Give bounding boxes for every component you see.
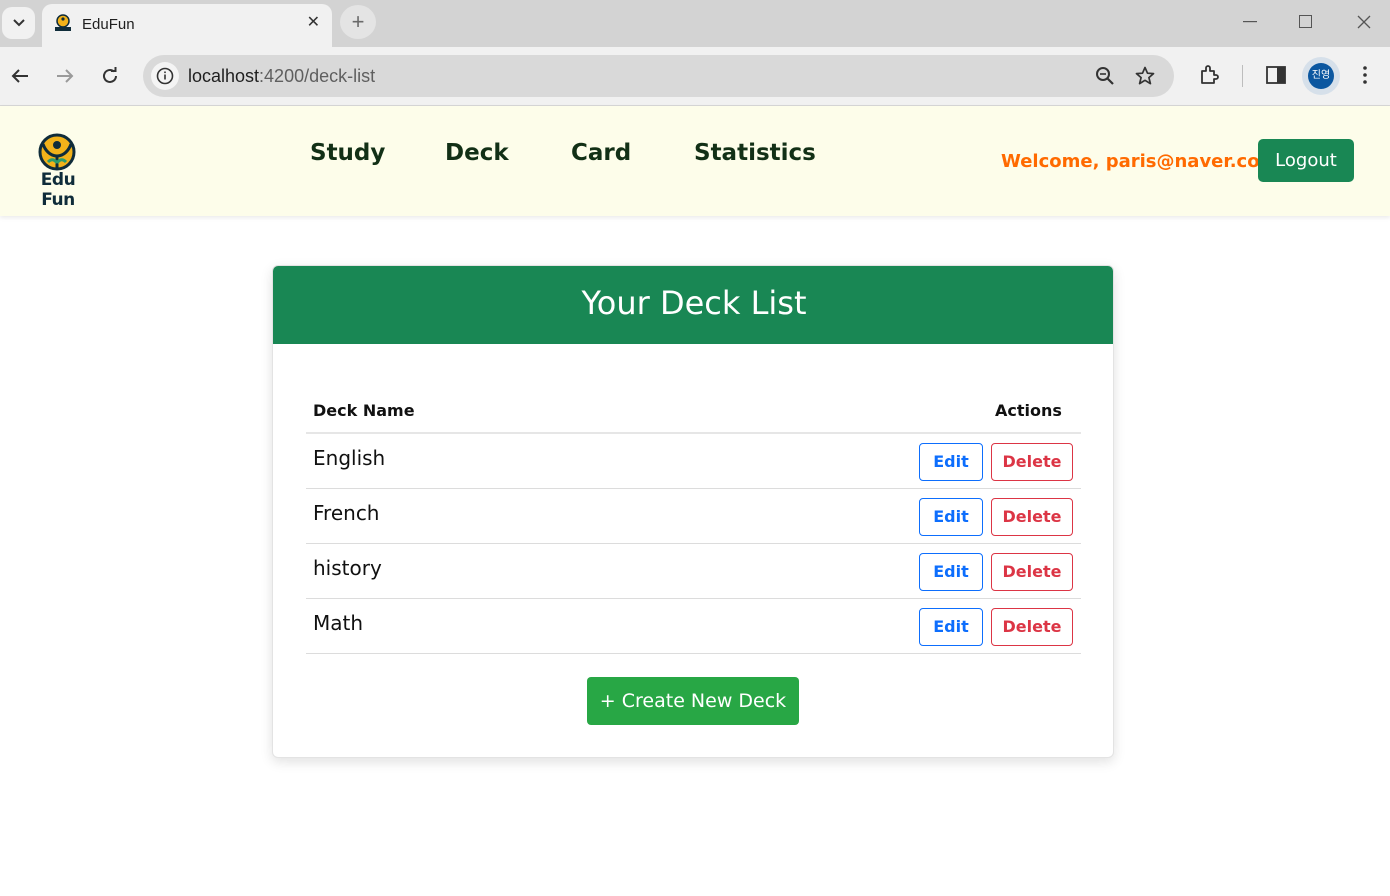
nav-deck[interactable]: Deck — [445, 140, 509, 166]
new-tab-button[interactable]: + — [340, 5, 376, 39]
profile-initials: 진영 — [1308, 63, 1334, 89]
edufun-favicon-icon — [55, 14, 71, 31]
column-header-deck-name: Deck Name — [313, 401, 415, 420]
logout-button[interactable]: Logout — [1258, 139, 1354, 182]
create-new-deck-button[interactable]: + Create New Deck — [587, 677, 799, 725]
bookmark-star-icon[interactable] — [1133, 65, 1157, 87]
back-icon[interactable] — [5, 61, 35, 91]
address-bar[interactable]: localhost:4200/deck-list — [143, 55, 1174, 97]
deck-list-card: Your Deck List Deck Name Actions English… — [272, 265, 1114, 758]
url-path: :4200/deck-list — [259, 66, 376, 86]
nav-statistics[interactable]: Statistics — [694, 140, 816, 166]
reload-icon[interactable] — [95, 61, 125, 91]
edufun-logo[interactable]: Edu Fun — [24, 132, 92, 210]
minimize-icon[interactable] — [1236, 10, 1264, 34]
deck-name: French — [313, 501, 380, 525]
browser-tabstrip: EduFun ✕ + — [0, 0, 1390, 47]
close-tab-icon[interactable]: ✕ — [307, 14, 320, 32]
deck-name: history — [313, 556, 382, 580]
edit-button[interactable]: Edit — [919, 553, 983, 591]
profile-avatar[interactable]: 진영 — [1302, 57, 1340, 95]
forward-icon[interactable] — [50, 61, 80, 91]
logo-text: Edu Fun — [40, 170, 76, 210]
delete-button[interactable]: Delete — [991, 498, 1073, 536]
close-window-icon[interactable] — [1350, 10, 1378, 34]
nav-study[interactable]: Study — [310, 140, 385, 166]
url-text[interactable]: localhost:4200/deck-list — [188, 66, 375, 87]
toolbar-separator — [1242, 65, 1243, 87]
table-row: English Edit Delete — [306, 434, 1081, 489]
deck-name: English — [313, 446, 386, 470]
site-info-icon[interactable] — [151, 62, 179, 90]
delete-button[interactable]: Delete — [991, 608, 1073, 646]
zoom-icon[interactable] — [1093, 65, 1117, 87]
extensions-icon[interactable] — [1196, 62, 1222, 88]
app-header: Edu Fun Study Deck Card Statistics Welco… — [0, 106, 1390, 216]
table-row: French Edit Delete — [306, 489, 1081, 544]
maximize-icon[interactable] — [1292, 10, 1320, 34]
tab-search-button[interactable] — [2, 7, 35, 39]
card-title: Your Deck List — [273, 266, 1113, 344]
edit-button[interactable]: Edit — [919, 443, 983, 481]
table-row: history Edit Delete — [306, 544, 1081, 599]
deck-name: Math — [313, 611, 364, 635]
edit-button[interactable]: Edit — [919, 608, 983, 646]
logo-emblem-icon — [38, 133, 76, 171]
delete-button[interactable]: Delete — [991, 443, 1073, 481]
welcome-message: Welcome, paris@naver.com! — [1001, 151, 1287, 172]
column-header-actions: Actions — [995, 401, 1062, 420]
chevron-down-icon — [12, 19, 25, 27]
nav-card[interactable]: Card — [571, 140, 631, 166]
edit-button[interactable]: Edit — [919, 498, 983, 536]
table-row: Math Edit Delete — [306, 599, 1081, 654]
side-panel-icon[interactable] — [1263, 62, 1289, 88]
url-host: localhost — [188, 66, 260, 86]
browser-tab-edufun[interactable]: EduFun ✕ — [42, 4, 332, 47]
tab-title: EduFun — [82, 16, 135, 33]
delete-button[interactable]: Delete — [991, 553, 1073, 591]
browser-toolbar: localhost:4200/deck-list 진영 — [0, 47, 1390, 106]
browser-menu-icon[interactable] — [1352, 62, 1378, 88]
